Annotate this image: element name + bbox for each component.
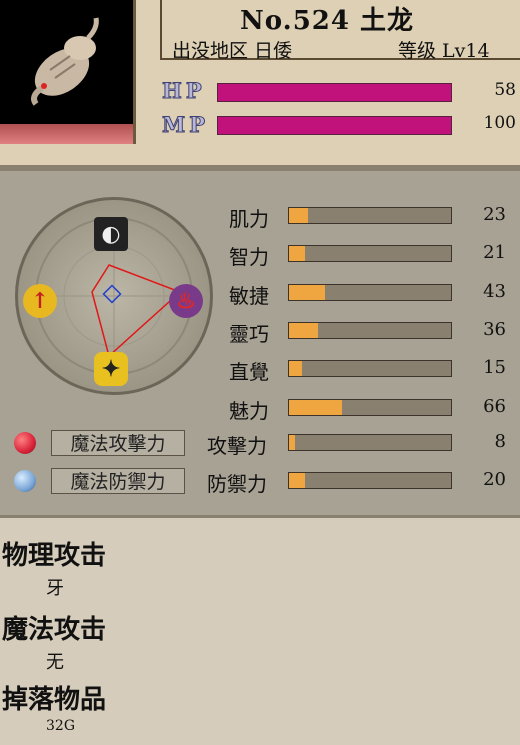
stat-label: 敏捷 xyxy=(229,284,269,308)
stat-bar xyxy=(288,207,452,224)
stat-value: 36 xyxy=(483,319,506,340)
stat-label: 靈巧 xyxy=(229,322,269,346)
monster-portrait xyxy=(0,0,136,144)
physical-attack-value: 牙 xyxy=(46,578,64,599)
magic-attack-value: 无 xyxy=(46,652,64,673)
stat-value: 23 xyxy=(483,204,506,225)
stat-bar-fill xyxy=(289,208,309,223)
stat-bar xyxy=(288,284,452,301)
black-white-element-icon: ◐ xyxy=(94,217,128,251)
drop-items-value: 32G xyxy=(46,718,75,734)
magic-attack-button[interactable]: 魔法攻擊力 xyxy=(51,430,185,456)
physical-attack-title: 物理攻击 xyxy=(2,541,107,571)
stat-bar xyxy=(288,360,452,377)
stat-bar-fill xyxy=(289,400,343,415)
purple-red-element-icon: ♨ xyxy=(169,284,203,318)
attack-bar-fill xyxy=(289,435,296,450)
magic-attack-title: 魔法攻击 xyxy=(2,615,107,645)
drop-items-title: 掉落物品 xyxy=(2,685,107,715)
hp-value: 58 xyxy=(494,80,516,100)
attack-bar xyxy=(288,434,452,451)
yellow-black-element-icon: ✦ xyxy=(94,352,128,386)
stat-value: 15 xyxy=(483,357,506,378)
rat-creature-portrait-icon xyxy=(31,17,99,106)
stat-bar-fill xyxy=(289,361,302,376)
defense-label: 防禦力 xyxy=(207,472,267,496)
location-label: 出没地区 日倭 xyxy=(172,40,293,62)
level-label: 等级 Lv14 xyxy=(398,40,490,62)
monster-number-name: No.524 土龙 xyxy=(240,6,415,36)
hp-bar xyxy=(217,83,452,102)
mp-label: MP xyxy=(161,112,210,138)
stat-bar xyxy=(288,322,452,339)
stat-bar-fill xyxy=(289,285,325,300)
stat-bar xyxy=(288,245,452,262)
stat-value: 66 xyxy=(483,396,506,417)
defense-value: 20 xyxy=(483,469,506,490)
hp-label: HP xyxy=(162,78,206,104)
yellow-red-element-icon: ↑ xyxy=(23,284,57,318)
attack-value: 8 xyxy=(494,431,506,452)
stat-label: 直覺 xyxy=(229,360,269,384)
stat-value: 21 xyxy=(483,242,506,263)
mp-value: 100 xyxy=(483,113,516,133)
stat-value: 43 xyxy=(483,281,506,302)
attack-label: 攻擊力 xyxy=(207,434,267,458)
stat-label: 智力 xyxy=(229,245,269,269)
stat-bar-fill xyxy=(289,246,306,261)
red-orb-icon xyxy=(14,432,36,454)
stat-bar xyxy=(288,399,452,416)
magic-defense-button[interactable]: 魔法防禦力 xyxy=(51,468,185,494)
defense-bar-fill xyxy=(289,473,306,488)
defense-bar xyxy=(288,472,452,489)
header-separator-vertical xyxy=(160,0,162,58)
stat-label: 魅力 xyxy=(229,399,269,423)
element-wheel: ◐ ↑ ♨ ✦ xyxy=(15,197,213,395)
mp-bar xyxy=(217,116,452,135)
stat-label: 肌力 xyxy=(229,207,269,231)
stat-bar-fill xyxy=(289,323,319,338)
blue-orb-icon xyxy=(14,470,36,492)
